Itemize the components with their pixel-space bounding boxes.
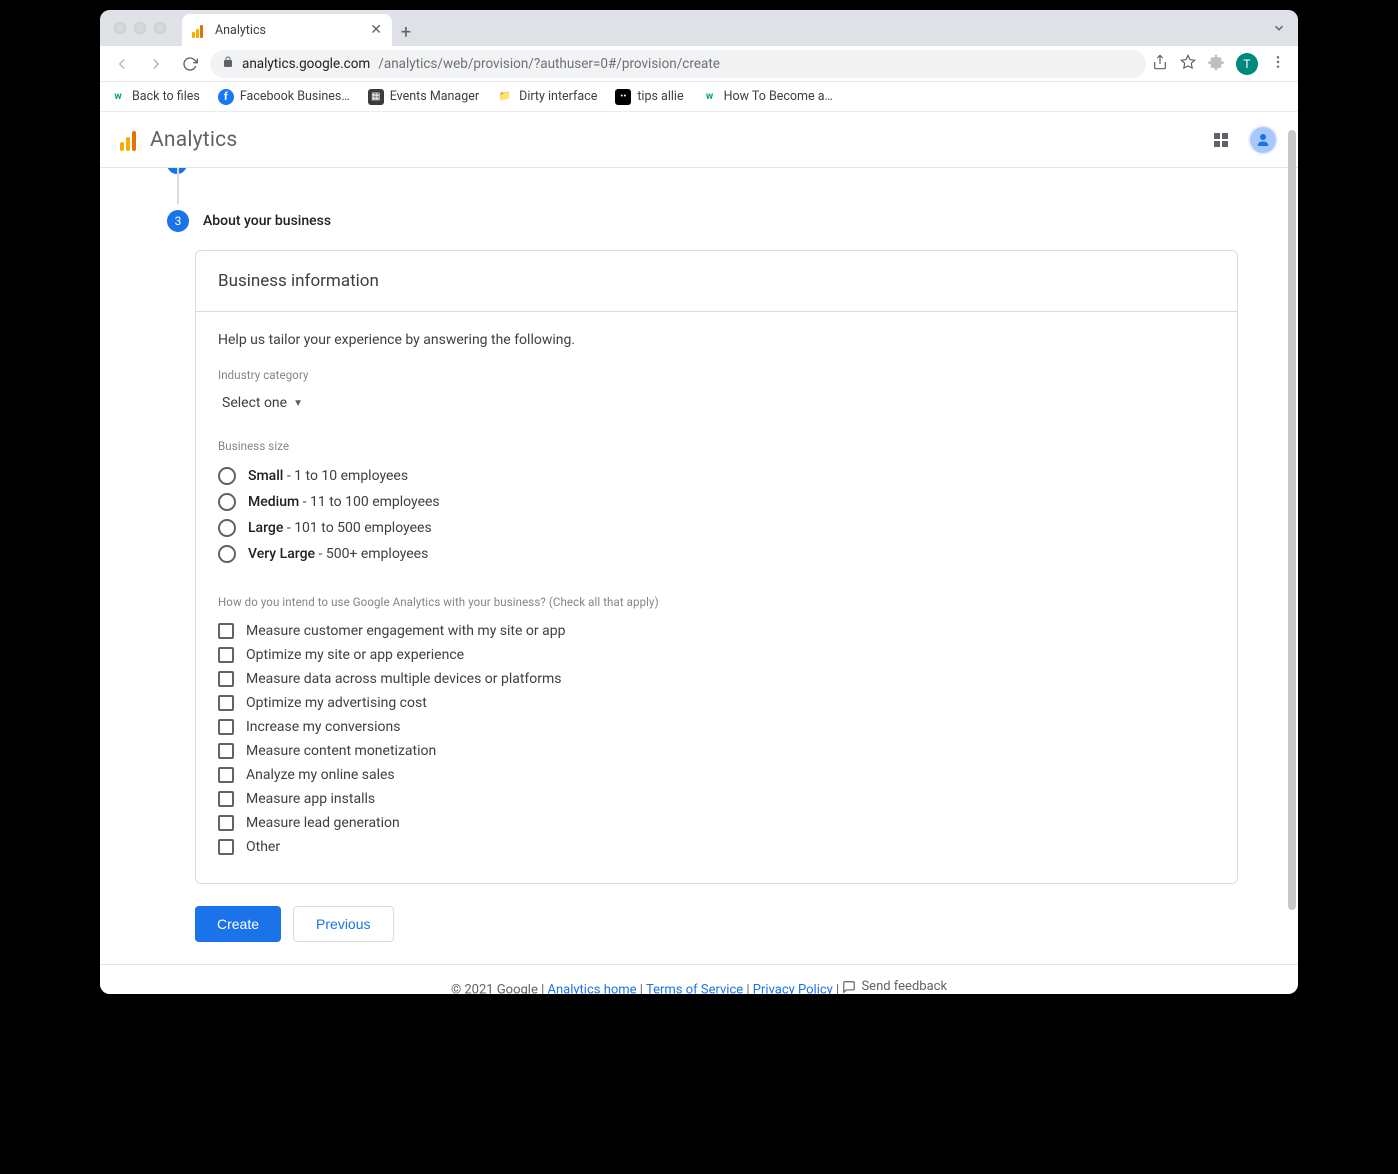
create-button[interactable]: Create: [195, 906, 281, 942]
browser-tab[interactable]: Analytics ✕: [182, 14, 392, 46]
checkbox-icon: [218, 719, 234, 735]
checkbox-icon: [218, 647, 234, 663]
size-radio-small[interactable]: Small - 1 to 10 employees: [218, 463, 1215, 489]
previous-button[interactable]: Previous: [293, 906, 393, 942]
tabs-dropdown-icon[interactable]: [1272, 20, 1286, 39]
step-number-badge: 3: [167, 210, 189, 232]
profile-avatar[interactable]: T: [1236, 53, 1258, 75]
apps-icon[interactable]: [1214, 133, 1228, 147]
intent-checkbox[interactable]: Optimize my advertising cost: [218, 691, 1215, 715]
intent-label: How do you intend to use Google Analytic…: [218, 595, 1215, 609]
intent-checkbox[interactable]: Increase my conversions: [218, 715, 1215, 739]
close-tab-icon[interactable]: ✕: [370, 22, 382, 38]
size-radio-large[interactable]: Large - 101 to 500 employees: [218, 515, 1215, 541]
bookmark-item[interactable]: wBack to files: [110, 89, 200, 105]
size-radio-medium[interactable]: Medium - 11 to 100 employees: [218, 489, 1215, 515]
intent-checkbox[interactable]: Measure customer engagement with my site…: [218, 619, 1215, 643]
back-button[interactable]: [108, 50, 136, 78]
ga-favicon: [192, 23, 207, 38]
checkbox-icon: [218, 743, 234, 759]
checkbox-icon: [218, 695, 234, 711]
card-intro: Help us tailor your experience by answer…: [218, 332, 1215, 348]
lock-icon: [222, 56, 234, 71]
radio-icon: [218, 467, 236, 485]
intent-checkbox[interactable]: Measure data across multiple devices or …: [218, 667, 1215, 691]
bookmark-item[interactable]: ••tips allie: [615, 89, 683, 105]
industry-dropdown[interactable]: Select one▼: [218, 393, 307, 413]
checkbox-icon: [218, 839, 234, 855]
send-feedback-link[interactable]: Send feedback: [842, 979, 947, 994]
checkbox-icon: [218, 815, 234, 831]
reload-button[interactable]: [176, 50, 204, 78]
scrollbar[interactable]: [1288, 130, 1296, 910]
dropdown-arrow-icon: ▼: [293, 398, 303, 409]
intent-checkbox[interactable]: Measure content monetization: [218, 739, 1215, 763]
app-header: Analytics: [100, 112, 1298, 168]
radio-icon: [218, 545, 236, 563]
checkbox-icon: [218, 623, 234, 639]
step-title: About your business: [203, 213, 331, 229]
url-path: /analytics/web/provision/?authuser=0#/pr…: [378, 56, 720, 72]
business-info-card: Business information Help us tailor your…: [195, 250, 1238, 884]
radio-icon: [218, 493, 236, 511]
checkbox-icon: [218, 791, 234, 807]
tos-link[interactable]: Terms of Service: [646, 983, 743, 995]
tab-title: Analytics: [215, 23, 266, 38]
bookmark-item[interactable]: wHow To Become a…: [702, 89, 833, 105]
bookmark-item[interactable]: fFacebook Busines…: [218, 89, 350, 105]
intent-checkbox[interactable]: Measure lead generation: [218, 811, 1215, 835]
industry-label: Industry category: [218, 368, 1215, 382]
intent-checkbox[interactable]: Optimize my site or app experience: [218, 643, 1215, 667]
analytics-logo-icon: [120, 129, 136, 151]
page-footer: © 2021 Google | Analytics home | Terms o…: [100, 964, 1298, 994]
size-label: Business size: [218, 439, 1215, 453]
intent-checkbox[interactable]: Analyze my online sales: [218, 763, 1215, 787]
app-title: Analytics: [150, 128, 237, 152]
main-content: 3 About your business Business informati…: [100, 168, 1298, 994]
account-avatar[interactable]: [1248, 125, 1278, 155]
menu-icon[interactable]: [1270, 54, 1286, 74]
checkbox-icon: [218, 767, 234, 783]
size-radio-very-large[interactable]: Very Large - 500+ employees: [218, 541, 1215, 567]
intent-checkbox[interactable]: Other: [218, 835, 1215, 859]
radio-icon: [218, 519, 236, 537]
step-line: [177, 168, 179, 204]
star-icon[interactable]: [1180, 54, 1196, 74]
address-bar: analytics.google.com/analytics/web/provi…: [100, 46, 1298, 82]
intent-checkbox[interactable]: Measure app installs: [218, 787, 1215, 811]
new-tab-button[interactable]: +: [392, 18, 420, 46]
privacy-link[interactable]: Privacy Policy: [753, 983, 833, 995]
browser-titlebar: Analytics ✕ +: [100, 10, 1298, 46]
copyright: © 2021 Google: [451, 983, 538, 995]
share-icon[interactable]: [1152, 54, 1168, 74]
card-title: Business information: [196, 251, 1237, 312]
extensions-icon[interactable]: [1208, 54, 1224, 74]
analytics-home-link[interactable]: Analytics home: [548, 983, 637, 995]
checkbox-icon: [218, 671, 234, 687]
bookmark-item[interactable]: 📁Dirty interface: [497, 89, 597, 105]
forward-button[interactable]: [142, 50, 170, 78]
bookmark-item[interactable]: ▦Events Manager: [368, 89, 479, 105]
url-domain: analytics.google.com: [242, 56, 370, 72]
bookmarks-bar: wBack to files fFacebook Busines… ▦Event…: [100, 82, 1298, 112]
url-field[interactable]: analytics.google.com/analytics/web/provi…: [210, 50, 1146, 78]
window-controls[interactable]: [114, 22, 166, 34]
